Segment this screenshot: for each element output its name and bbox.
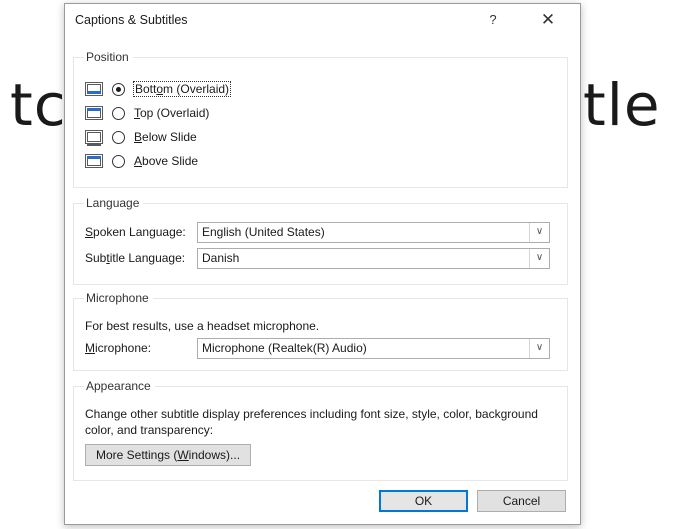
- slide-bottom-icon: [85, 82, 103, 96]
- microphone-value: Microphone (Realtek(R) Audio): [202, 340, 367, 355]
- radio-below-slide[interactable]: [112, 130, 125, 144]
- chevron-down-icon[interactable]: ∨: [529, 248, 549, 268]
- position-option-top[interactable]: Top (Overlaid): [85, 104, 209, 122]
- spoken-language-label: Spoken Language:: [85, 225, 186, 239]
- chevron-down-icon[interactable]: ∨: [529, 338, 549, 358]
- captions-subtitles-dialog: Captions & Subtitles ? ✕ Position Bottom…: [64, 3, 581, 525]
- position-option-bottom[interactable]: Bottom (Overlaid): [85, 80, 232, 98]
- microphone-group: Microphone For best results, use a heads…: [73, 291, 568, 371]
- ok-button[interactable]: OK: [379, 490, 468, 512]
- position-option-label: Above Slide: [134, 154, 199, 168]
- position-option-above[interactable]: Above Slide: [85, 152, 198, 170]
- position-option-label: Top (Overlaid): [134, 106, 210, 120]
- dialog-titlebar: Captions & Subtitles ? ✕: [65, 4, 580, 37]
- position-option-label: Bottom (Overlaid): [132, 81, 232, 97]
- close-icon[interactable]: ✕: [537, 10, 559, 30]
- slide-top-icon: [85, 106, 103, 120]
- appearance-description: Change other subtitle display preference…: [85, 407, 538, 437]
- appearance-group-title: Appearance: [84, 379, 155, 393]
- subtitle-language-row: Subtitle Language: Danish ∨: [85, 247, 550, 269]
- dialog-title: Captions & Subtitles: [75, 13, 188, 27]
- microphone-label: Microphone:: [85, 341, 152, 355]
- slide-background-text-left: tc: [10, 71, 67, 139]
- slide-below-icon: [85, 130, 103, 146]
- subtitle-language-label: Subtitle Language:: [85, 251, 186, 265]
- position-group: Position Bottom (Overlaid) Top (Overlaid…: [73, 50, 568, 188]
- microphone-group-title: Microphone: [84, 291, 153, 305]
- spoken-language-row: Spoken Language: English (United States)…: [85, 221, 550, 243]
- microphone-select[interactable]: Microphone (Realtek(R) Audio) ∨: [197, 337, 550, 359]
- language-group-title: Language: [84, 196, 144, 210]
- spoken-language-select[interactable]: English (United States) ∨: [197, 221, 550, 243]
- position-option-label: Below Slide: [134, 130, 197, 144]
- microphone-hint: For best results, use a headset micropho…: [85, 319, 320, 333]
- slide-above-icon: [85, 154, 103, 168]
- radio-top-overlaid[interactable]: [112, 106, 125, 120]
- slide-background-text-right: tle: [583, 71, 661, 139]
- language-group: Language Spoken Language: English (Unite…: [73, 196, 568, 285]
- chevron-down-icon[interactable]: ∨: [529, 222, 549, 242]
- radio-bottom-overlaid[interactable]: [112, 82, 125, 96]
- help-icon[interactable]: ?: [483, 10, 503, 30]
- spoken-language-value: English (United States): [202, 224, 325, 239]
- subtitle-language-value: Danish: [202, 250, 240, 265]
- position-group-title: Position: [84, 50, 133, 64]
- subtitle-language-select[interactable]: Danish ∨: [197, 247, 550, 269]
- cancel-button[interactable]: Cancel: [477, 490, 566, 512]
- radio-above-slide[interactable]: [112, 154, 125, 168]
- microphone-row: Microphone: Microphone (Realtek(R) Audio…: [85, 337, 550, 359]
- appearance-group: Appearance Change other subtitle display…: [73, 379, 568, 481]
- position-option-below[interactable]: Below Slide: [85, 128, 197, 146]
- more-settings-button[interactable]: More Settings (Windows)...: [85, 444, 251, 466]
